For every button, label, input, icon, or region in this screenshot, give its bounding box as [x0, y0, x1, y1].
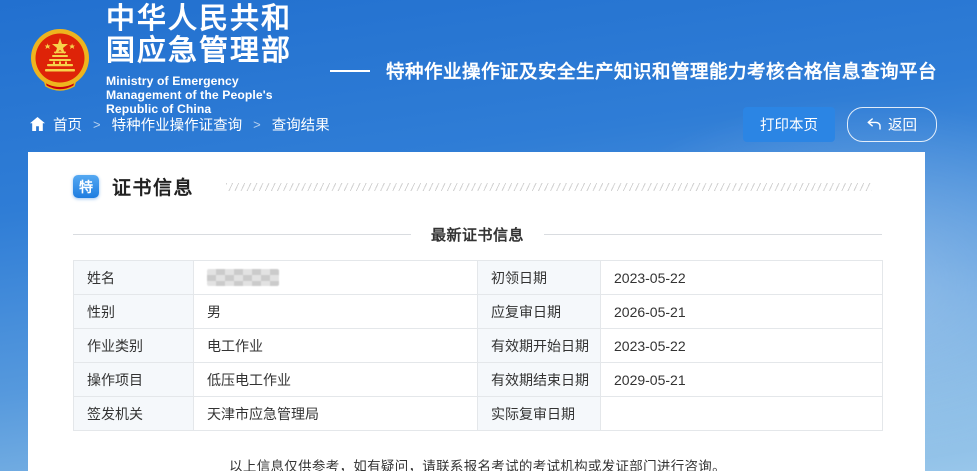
back-arrow-icon: [867, 118, 881, 130]
caption-line-left: [73, 234, 411, 235]
field-label: 有效期开始日期: [478, 329, 601, 363]
table-row: 姓名 初领日期 2023-05-22: [74, 261, 883, 295]
redacted-name-value: [207, 269, 279, 286]
field-label: 应复审日期: [478, 295, 601, 329]
field-label: 实际复审日期: [478, 397, 601, 431]
national-emblem-logo: [28, 28, 92, 92]
special-badge: 特: [73, 175, 99, 198]
site-title: 中华人民共和国应急管理部: [106, 4, 306, 68]
field-value: 男: [194, 295, 478, 329]
table-row: 签发机关 天津市应急管理局 实际复审日期: [74, 397, 883, 431]
table-row: 操作项目 低压电工作业 有效期结束日期 2029-05-21: [74, 363, 883, 397]
site-header: 中华人民共和国应急管理部 Ministry of Emergency Manag…: [0, 0, 977, 92]
site-subtitle-en: Ministry of Emergency Management of the …: [106, 74, 306, 116]
field-label: 性别: [74, 295, 194, 329]
breadcrumb-item-query[interactable]: 特种作业操作证查询: [112, 114, 243, 135]
disclaimer-note: 以上信息仅供参考，如有疑问，请联系报名考试的考试机构或发证部门进行咨询。: [73, 455, 882, 471]
caption-line-right: [544, 234, 882, 235]
site-title-block: 中华人民共和国应急管理部 Ministry of Emergency Manag…: [106, 4, 306, 117]
table-caption-row: 最新证书信息: [73, 224, 882, 245]
cert-table-body: 姓名 初领日期 2023-05-22 性别 男 应复审日期 2026-05-21…: [74, 261, 883, 431]
field-label: 签发机关: [74, 397, 194, 431]
field-value: 低压电工作业: [194, 363, 478, 397]
platform-title: 特种作业操作证及安全生产知识和管理能力考核合格信息查询平台: [386, 58, 937, 84]
hatch-decoration: [226, 183, 872, 191]
field-value: 2023-05-22: [601, 261, 883, 295]
breadcrumb-item-home[interactable]: 首页: [53, 114, 82, 135]
field-value: 2023-05-22: [601, 329, 883, 363]
field-label: 作业类别: [74, 329, 194, 363]
print-page-button[interactable]: 打印本页: [743, 107, 835, 142]
table-row: 作业类别 电工作业 有效期开始日期 2023-05-22: [74, 329, 883, 363]
back-button[interactable]: 返回: [847, 107, 937, 142]
field-value: [601, 397, 883, 431]
section-title: 证书信息: [112, 173, 194, 200]
page: { "header": { "title": "中华人民共和国应急管理部", "…: [0, 0, 977, 471]
field-value: [194, 261, 478, 295]
content-panel: 特 证书信息 最新证书信息 姓名 初领日期 2023-05-22 性别 男 应复…: [28, 152, 925, 471]
field-value: 2026-05-21: [601, 295, 883, 329]
breadcrumb-separator: >: [93, 117, 101, 132]
breadcrumb-bar: 首页 > 特种作业操作证查询 > 查询结果 打印本页 返回: [0, 108, 977, 140]
breadcrumb: 首页 > 特种作业操作证查询 > 查询结果: [30, 114, 330, 135]
field-label: 姓名: [74, 261, 194, 295]
breadcrumb-item-result: 查询结果: [272, 114, 330, 135]
home-icon: [30, 117, 45, 131]
section-header: 特 证书信息: [73, 173, 882, 200]
field-value: 电工作业: [194, 329, 478, 363]
field-label: 操作项目: [74, 363, 194, 397]
table-row: 性别 男 应复审日期 2026-05-21: [74, 295, 883, 329]
breadcrumb-separator: >: [253, 117, 261, 132]
field-value: 天津市应急管理局: [194, 397, 478, 431]
field-label: 有效期结束日期: [478, 363, 601, 397]
field-label: 初领日期: [478, 261, 601, 295]
table-caption: 最新证书信息: [431, 224, 524, 245]
platform-title-block: 特种作业操作证及安全生产知识和管理能力考核合格信息查询平台: [330, 58, 937, 84]
divider-dash: [330, 70, 370, 72]
certificate-table: 姓名 初领日期 2023-05-22 性别 男 应复审日期 2026-05-21…: [73, 260, 883, 431]
field-value: 2029-05-21: [601, 363, 883, 397]
back-button-label: 返回: [888, 114, 917, 135]
